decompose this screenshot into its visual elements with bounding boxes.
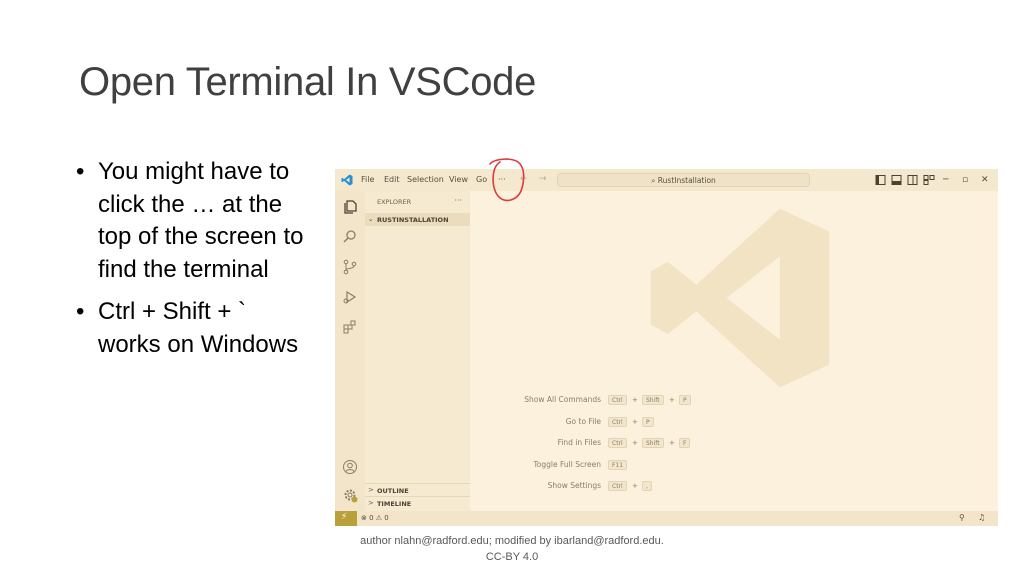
explorer-title: EXPLORER <box>377 198 412 206</box>
key-chip: Ctrl <box>608 395 627 405</box>
bullet-text: Ctrl + Shift + ` works on Windows <box>98 298 299 358</box>
key-chip: F11 <box>608 459 628 470</box>
maximize-icon[interactable]: ▫ <box>962 175 968 185</box>
key-plus: + <box>632 439 638 448</box>
key-chip: F <box>679 438 691 449</box>
bullet-dot: • <box>76 298 85 325</box>
minimize-icon[interactable]: ─ <box>943 175 948 185</box>
menu-edit[interactable]: Edit <box>384 175 400 184</box>
chevron-down-icon: ⌄ <box>368 215 374 223</box>
command-center-label: ⌕ RustInstallation <box>558 176 809 186</box>
source-control-icon[interactable] <box>342 259 358 275</box>
search-icon: ⌕ <box>651 176 656 185</box>
red-circle-annotation <box>489 158 525 202</box>
timeline-label: TIMELINE <box>377 500 412 508</box>
remote-button[interactable]: ⚡ <box>335 511 357 526</box>
activity-bar <box>335 191 365 511</box>
notifications-bell-icon[interactable]: ♫ <box>978 513 985 522</box>
editor-area: Show All Commands Ctrl + Shift + P Go to File C… <box>470 191 998 511</box>
outline-label: OUTLINE <box>377 487 409 495</box>
status-bar: ⚡ ⊗ 0 ⚠ 0 ⚲ ♫ <box>335 511 998 526</box>
workspace-folder-label: RUSTINSTALLATION <box>377 216 449 224</box>
key-chip: Shift <box>642 438 664 449</box>
bullet-text: You might have to click the … at the top… <box>98 158 304 283</box>
command-center-search[interactable]: ⌕ RustInstallation <box>557 173 810 187</box>
footer-credit: author nlahn@radford.edu; modified by ib… <box>360 535 664 547</box>
key-plus: + <box>632 482 638 491</box>
key-chip: P <box>642 416 654 427</box>
explorer-more-button[interactable]: ··· <box>454 196 462 205</box>
problems-indicator[interactable]: ⊗ 0 ⚠ 0 <box>361 514 389 522</box>
run-debug-icon[interactable] <box>342 289 358 305</box>
title-bar: File Edit Selection View Go ··· ← → ⌕ Ru… <box>335 169 998 191</box>
menu-go[interactable]: Go <box>476 175 487 184</box>
key-chip: Shift <box>642 395 664 405</box>
timeline-section[interactable]: > TIMELINE <box>365 496 470 510</box>
key-chip: Ctrl <box>608 481 627 492</box>
slide-title: Open Terminal In VSCode <box>79 60 537 104</box>
workspace-folder-header[interactable]: ⌄ RUSTINSTALLATION <box>365 213 470 226</box>
workspace-name: RustInstallation <box>657 176 716 185</box>
key-chip: P <box>679 395 691 405</box>
nav-forward-icon[interactable]: → <box>539 174 547 184</box>
explorer-sidebar: EXPLORER ··· ⌄ RUSTINSTALLATION > OUTLIN… <box>365 191 470 511</box>
vscode-logo-icon <box>341 174 353 186</box>
layout-controls[interactable] <box>875 175 935 185</box>
feedback-icon[interactable]: ⚲ <box>959 513 965 522</box>
menu-selection[interactable]: Selection <box>407 175 444 184</box>
shortcut-label: Show All Commands <box>524 395 601 404</box>
extensions-icon[interactable] <box>342 319 358 335</box>
bullet-dot: • <box>76 158 85 185</box>
manage-gear-icon[interactable] <box>342 487 358 503</box>
search-icon[interactable] <box>342 229 358 245</box>
key-chip: , <box>642 481 652 492</box>
bullet-item: • You might have to click the … at the to… <box>76 156 306 286</box>
shortcut-label: Find in Files <box>557 438 601 448</box>
chevron-right-icon: > <box>368 499 374 507</box>
accounts-icon[interactable] <box>342 459 358 475</box>
bullet-list: • You might have to click the … at the to… <box>76 156 306 371</box>
close-icon[interactable]: ✕ <box>981 175 989 185</box>
key-plus: + <box>669 396 675 404</box>
menu-view[interactable]: View <box>449 175 468 184</box>
menu-file[interactable]: File <box>361 175 374 184</box>
shortcut-label: Go to File <box>565 416 601 426</box>
vscode-screenshot: File Edit Selection View Go ··· ← → ⌕ Ru… <box>335 169 998 526</box>
vscode-watermark-icon <box>650 208 830 388</box>
chevron-right-icon: > <box>368 486 374 494</box>
key-chip: Ctrl <box>608 416 627 427</box>
key-chip: Ctrl <box>608 438 627 449</box>
footer-license: CC-BY 4.0 <box>485 551 539 563</box>
shortcut-label: Toggle Full Screen <box>533 459 602 469</box>
key-plus: + <box>632 417 638 426</box>
shortcut-label: Show Settings <box>547 481 601 491</box>
outline-section[interactable]: > OUTLINE <box>365 483 470 497</box>
key-plus: + <box>669 439 675 448</box>
bullet-item: • Ctrl + Shift + ` works on Windows <box>76 296 306 361</box>
key-plus: + <box>632 396 638 404</box>
remote-icon: ⚡ <box>341 512 348 522</box>
explorer-icon[interactable] <box>342 199 358 215</box>
